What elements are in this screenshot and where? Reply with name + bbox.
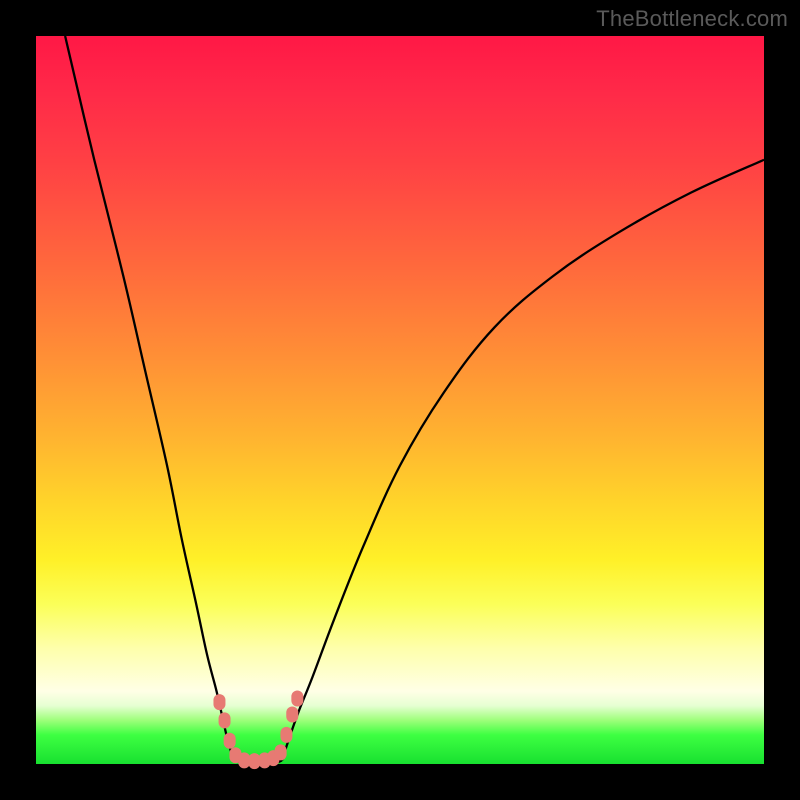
plot-area <box>36 36 764 764</box>
curve-left-branch <box>65 36 234 760</box>
marker-bead <box>280 727 292 743</box>
marker-bead <box>286 707 298 723</box>
chart-frame: TheBottleneck.com <box>0 0 800 800</box>
bottleneck-curve-svg <box>36 36 764 764</box>
marker-bead <box>213 694 225 710</box>
marker-bead <box>291 690 303 706</box>
watermark-text: TheBottleneck.com <box>596 6 788 32</box>
highlighted-markers <box>213 690 303 769</box>
curve-right-branch <box>282 160 764 761</box>
marker-bead <box>219 712 231 728</box>
marker-bead <box>224 733 236 749</box>
marker-bead <box>275 744 287 760</box>
